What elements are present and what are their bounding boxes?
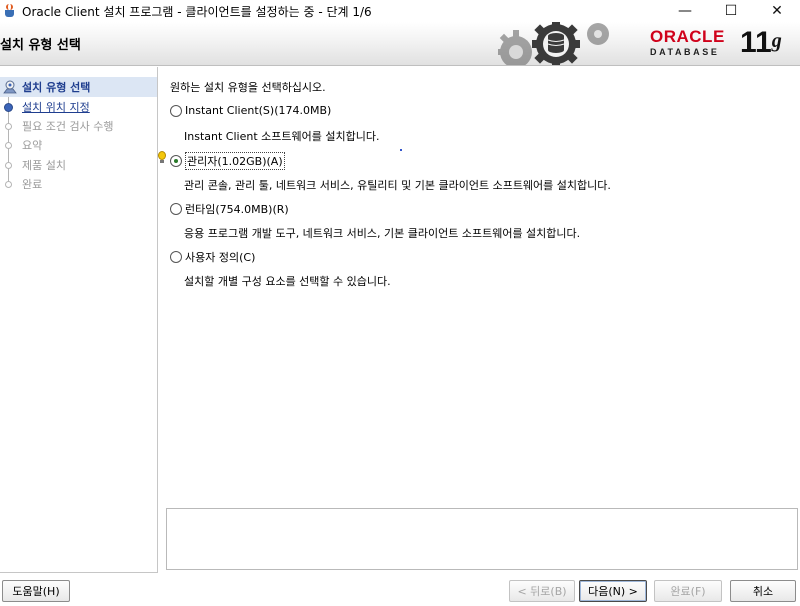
step-pending-dot-icon xyxy=(5,161,12,169)
option-description: 응용 프로그램 개발 도구, 네트워크 서비스, 기본 클라이언트 소프트웨어를… xyxy=(184,227,581,240)
help-button[interactable]: 도움말(H) xyxy=(2,580,70,602)
option-description: Instant Client 소프트웨어를 설치합니다. xyxy=(184,130,380,143)
sidebar-step-summary: 요약 xyxy=(0,135,157,155)
step-pending-dot-icon xyxy=(5,122,12,130)
header-banner: 설치 유형 선택 ORACLE DATABASE 11g xyxy=(0,22,800,66)
version-logo: 11g xyxy=(740,26,782,59)
main-panel: 원하는 설치 유형을 선택하십시오. Instant Client(S)(174… xyxy=(157,67,800,573)
lightbulb-icon xyxy=(157,151,167,165)
steps-sidebar: 설치 유형 선택 설치 위치 지정 필요 조건 검사 수행 요약 제품 설치 완… xyxy=(0,67,158,573)
window-title-bar: Oracle Client 설치 프로그램 - 클라이언트를 설정하는 중 - … xyxy=(0,0,800,22)
window-title: Oracle Client 설치 프로그램 - 클라이언트를 설정하는 중 - … xyxy=(22,4,372,19)
radio-runtime[interactable] xyxy=(170,203,182,215)
page-title: 설치 유형 선택 xyxy=(0,38,81,53)
step-pending-dot-icon xyxy=(5,141,12,149)
sidebar-step-install-type: 설치 유형 선택 xyxy=(0,77,157,97)
window-controls: — ☐ ✕ xyxy=(662,0,800,22)
option-runtime[interactable]: 런타임(754.0MB)(R) xyxy=(170,201,289,217)
radio-instant-client[interactable] xyxy=(170,104,182,117)
button-bar: 도움말(H) < 뒤로(B) 다음(N) > 완료(F) 취소 xyxy=(0,573,800,606)
option-description: 관리 콘솔, 관리 툴, 네트워크 서비스, 유틸리티 및 기본 클라이언트 소… xyxy=(184,179,611,192)
step-done-dot-icon xyxy=(4,102,13,112)
gears-database-icon xyxy=(498,22,609,65)
sidebar-step-finish: 완료 xyxy=(0,174,157,194)
minimize-button[interactable]: — xyxy=(662,0,708,22)
sidebar-step-install-product: 제품 설치 xyxy=(0,155,157,175)
sidebar-step-prereq-check: 필요 조건 검사 수행 xyxy=(0,116,157,136)
option-description: 설치할 개별 구성 요소를 선택할 수 있습니다. xyxy=(184,275,391,288)
instruction-text: 원하는 설치 유형을 선택하십시오. xyxy=(170,81,326,94)
radio-administrator[interactable] xyxy=(170,155,182,167)
step-pending-dot-icon xyxy=(5,180,12,188)
next-button[interactable]: 다음(N) > xyxy=(579,580,647,602)
radio-custom[interactable] xyxy=(170,251,182,263)
maximize-button[interactable]: ☐ xyxy=(708,0,754,22)
sidebar-step-install-location[interactable]: 설치 위치 지정 xyxy=(0,97,157,117)
step-current-icon xyxy=(3,80,17,94)
option-administrator[interactable]: 관리자(1.02GB)(A) xyxy=(170,152,285,170)
option-custom[interactable]: 사용자 정의(C) xyxy=(170,249,255,265)
oracle-logo: ORACLE DATABASE xyxy=(650,27,725,57)
close-button[interactable]: ✕ xyxy=(754,0,800,22)
option-instant-client[interactable]: Instant Client(S)(174.0MB) xyxy=(170,104,331,117)
stray-dot xyxy=(400,149,402,151)
cancel-button[interactable]: 취소 xyxy=(730,580,796,602)
java-icon xyxy=(2,3,18,19)
finish-button[interactable]: 완료(F) xyxy=(654,580,722,602)
back-button[interactable]: < 뒤로(B) xyxy=(509,580,575,602)
message-area xyxy=(166,508,798,570)
